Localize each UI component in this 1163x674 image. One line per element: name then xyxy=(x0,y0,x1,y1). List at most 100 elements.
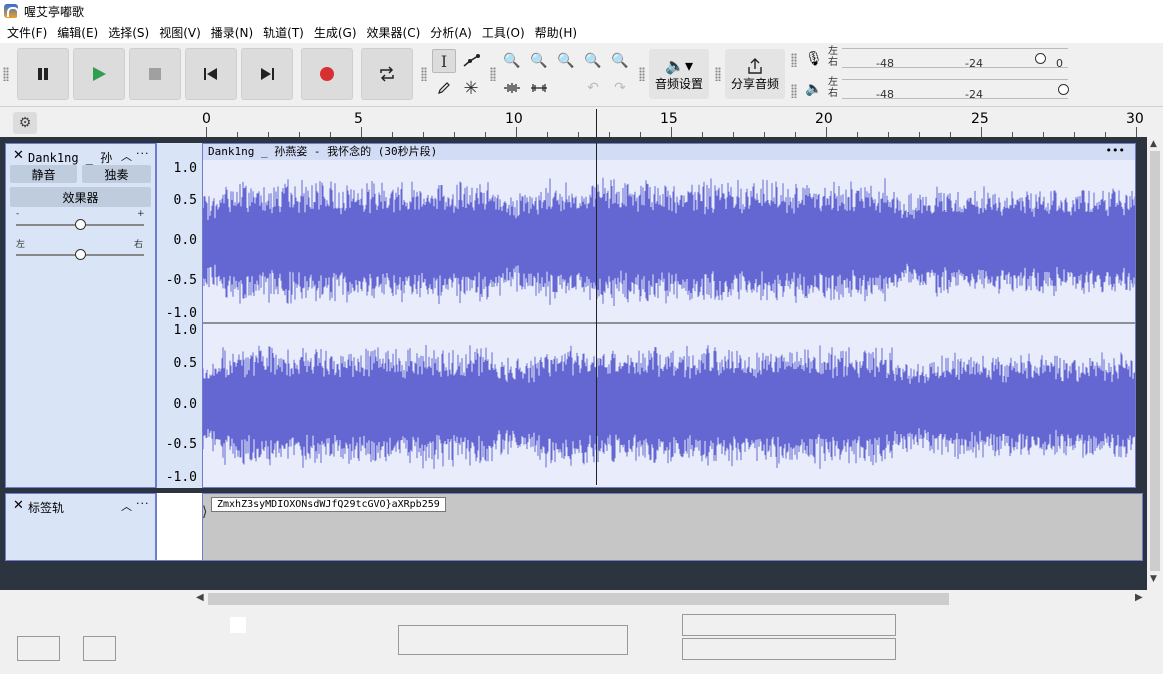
snap-checkbox[interactable] xyxy=(230,617,246,633)
menu-effect[interactable]: 效果器(C) xyxy=(362,24,426,41)
mute-button[interactable]: 静音 xyxy=(10,165,77,183)
share-audio-button[interactable]: 分享音频 xyxy=(725,49,785,99)
amplitude-scale-left-channel[interactable]: 1.0 0.5 0.0 -0.5 -1.0 xyxy=(156,143,202,323)
zoom-toggle-button[interactable]: 🔍 xyxy=(608,49,632,73)
audio-setup-button[interactable]: 🔈▾ 音频设置 xyxy=(649,49,709,99)
skip-to-end-button[interactable] xyxy=(241,48,293,100)
pencil-icon xyxy=(438,82,450,94)
pan-slider-thumb[interactable] xyxy=(75,249,86,260)
close-track-icon[interactable]: ✕ xyxy=(13,148,24,163)
scroll-left-icon[interactable]: ◀ xyxy=(196,592,204,603)
vertical-scroll-thumb[interactable] xyxy=(1150,151,1160,571)
label-start-marker-icon[interactable]: ⟩ xyxy=(202,504,207,520)
title-bar: 喔艾亭嘟歌 xyxy=(0,0,1163,22)
menu-file[interactable]: 文件(F) xyxy=(2,24,52,41)
clip-title-bar[interactable]: Dank1ng _ 孙燕姿 - 我怀念的 (30秒片段) xyxy=(203,144,1135,160)
fit-project-button[interactable]: 🔍 xyxy=(581,49,605,73)
speaker-icon[interactable]: 🔈 xyxy=(805,81,822,97)
pause-button[interactable] xyxy=(17,48,69,100)
amplitude-scale-right-channel[interactable]: 1.0 0.5 0.0 -0.5 -1.0 xyxy=(156,323,202,488)
skip-to-start-button[interactable] xyxy=(185,48,237,100)
clip-menu-icon[interactable]: ••• xyxy=(1106,144,1125,157)
redo-button[interactable]: ↷ xyxy=(608,76,632,100)
waveform[interactable] xyxy=(203,160,1136,488)
solo-button[interactable]: 独奏 xyxy=(82,165,151,183)
gain-slider[interactable] xyxy=(16,219,144,230)
toolbar-grip-transport[interactable] xyxy=(3,67,9,81)
play-button[interactable] xyxy=(73,48,125,100)
toolbar-grip-audio-setup[interactable] xyxy=(639,67,645,81)
toolbar-grip-play-meter[interactable] xyxy=(791,84,797,98)
zoom-in-button[interactable]: 🔍 xyxy=(500,49,524,73)
playhead-marker[interactable] xyxy=(596,109,597,137)
gain-slider-thumb[interactable] xyxy=(75,219,86,230)
toolbar-grip-edit[interactable] xyxy=(490,67,496,81)
selection-end-field[interactable] xyxy=(682,638,896,660)
label-text-box[interactable]: ZmxhZ3syMDIOXONsdWJfQ29tcGVO}aXRpb259 xyxy=(211,497,446,512)
project-rate-box[interactable] xyxy=(17,636,60,661)
record-meter-level-knob[interactable] xyxy=(1035,53,1046,64)
share-audio-label: 分享音频 xyxy=(730,76,779,91)
scroll-down-icon[interactable]: ▼ xyxy=(1150,574,1157,584)
zoom-out-button[interactable]: 🔍 xyxy=(527,49,551,73)
label-track-menu-icon[interactable]: ··· xyxy=(136,497,150,510)
collapse-track-icon[interactable]: ︿ xyxy=(121,148,132,164)
toolbar-grip-tools[interactable] xyxy=(421,67,427,81)
menu-view[interactable]: 视图(V) xyxy=(154,24,206,41)
scale-label: 0.0 xyxy=(173,397,197,412)
envelope-tool-button[interactable] xyxy=(459,49,483,73)
record-button[interactable] xyxy=(301,48,353,100)
gain-plus-label: + xyxy=(137,209,145,219)
toolbar-grip-record-meter[interactable] xyxy=(791,53,797,67)
audio-clip[interactable]: Dank1ng _ 孙燕姿 - 我怀念的 (30秒片段) ••• xyxy=(202,143,1136,488)
undo-button[interactable]: ↶ xyxy=(581,76,605,100)
scroll-right-icon[interactable]: ▶ xyxy=(1135,592,1143,603)
close-label-track-icon[interactable]: ✕ xyxy=(13,498,24,513)
menu-edit[interactable]: 编辑(E) xyxy=(52,24,103,41)
timeline-ruler[interactable]: ⚙ 0 5 10 15 20 25 30 xyxy=(0,107,1163,137)
selection-tool-button[interactable]: I xyxy=(432,49,456,73)
menu-tools[interactable]: 工具(O) xyxy=(477,24,530,41)
horizontal-scrollbar[interactable]: ◀ ▶ xyxy=(0,590,1163,608)
record-meter[interactable]: 左 右 -48 -24 0 xyxy=(828,46,1068,72)
audio-track-control-panel[interactable]: ✕ Dank1ng _ 孙 ︿ ··· 静音 独奏 效果器 - + 左 右 xyxy=(5,143,156,488)
microphone-icon[interactable]: 🎙 xyxy=(805,51,823,67)
menu-tracks[interactable]: 轨道(T) xyxy=(258,24,309,41)
scale-label: 0.5 xyxy=(173,356,197,371)
silence-button[interactable] xyxy=(527,76,551,100)
loop-button[interactable] xyxy=(361,48,413,100)
stop-button[interactable] xyxy=(129,48,181,100)
track-name[interactable]: Dank1ng _ 孙 xyxy=(28,149,112,166)
menu-analyze[interactable]: 分析(A) xyxy=(425,24,477,41)
waveform-right-channel xyxy=(203,345,1135,469)
timeline-settings-button[interactable]: ⚙ xyxy=(13,112,37,134)
fit-selection-button[interactable]: 🔍 xyxy=(554,49,578,73)
vertical-scrollbar[interactable]: ▲ ▼ xyxy=(1147,137,1163,590)
scale-label: 0.5 xyxy=(173,193,197,208)
label-track-area[interactable]: ⟩ ZmxhZ3syMDIOXONsdWJfQ29tcGVO}aXRpb259 xyxy=(202,493,1143,561)
selection-start-field[interactable] xyxy=(682,614,896,636)
pan-slider[interactable] xyxy=(16,249,144,260)
playback-meter-tick-48: -48 xyxy=(876,88,894,101)
undo-icon: ↶ xyxy=(587,80,599,96)
multi-tool-button[interactable]: ✳ xyxy=(459,76,483,100)
scroll-up-icon[interactable]: ▲ xyxy=(1150,139,1157,149)
label-track-name[interactable]: 标签轨 xyxy=(28,499,64,516)
menu-transport[interactable]: 播录(N) xyxy=(206,24,258,41)
effects-button[interactable]: 效果器 xyxy=(10,187,151,207)
menu-help[interactable]: 帮助(H) xyxy=(530,24,582,41)
snap-box[interactable] xyxy=(83,636,116,661)
fit-selection-icon: 🔍 xyxy=(557,53,575,69)
playback-meter[interactable]: 左 右 -48 -24 xyxy=(828,77,1069,103)
draw-tool-button[interactable] xyxy=(432,76,456,100)
menu-select[interactable]: 选择(S) xyxy=(103,24,154,41)
menu-generate[interactable]: 生成(G) xyxy=(309,24,362,41)
toolbar-grip-share[interactable] xyxy=(715,67,721,81)
collapse-label-track-icon[interactable]: ︿ xyxy=(121,498,132,514)
track-menu-icon[interactable]: ··· xyxy=(136,147,150,160)
label-track-control-panel[interactable]: ✕ 标签轨 ︿ ··· xyxy=(5,493,156,561)
trim-button[interactable] xyxy=(500,76,524,100)
playback-meter-level-knob[interactable] xyxy=(1058,84,1069,95)
audio-position-field[interactable] xyxy=(398,625,628,655)
horizontal-scroll-thumb[interactable] xyxy=(208,593,949,605)
